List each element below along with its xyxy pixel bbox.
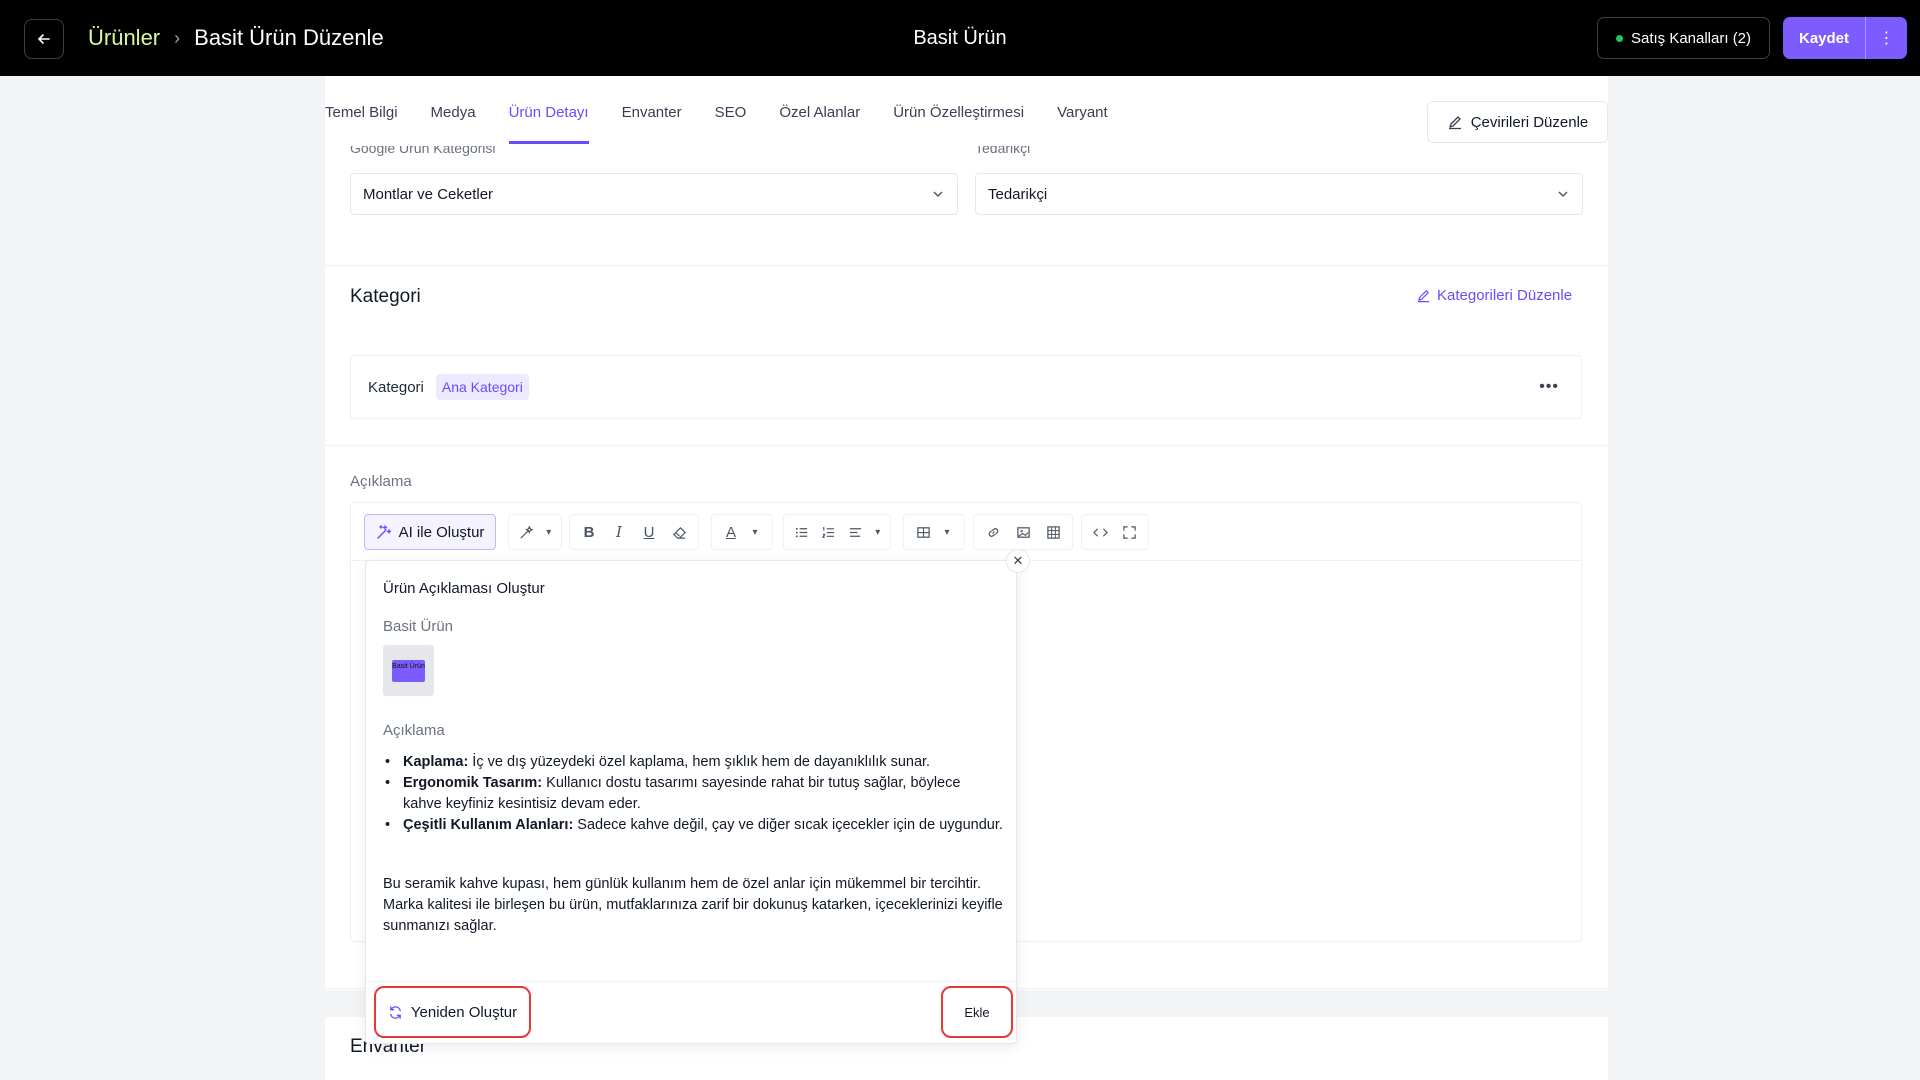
image-icon[interactable] bbox=[1010, 519, 1036, 545]
grid-icon[interactable] bbox=[1040, 519, 1066, 545]
breadcrumb: Ürünler › Basit Ürün Düzenle bbox=[88, 0, 384, 76]
bullet-list-icon[interactable] bbox=[790, 519, 813, 545]
refresh-icon bbox=[390, 1005, 401, 1019]
pencil-icon bbox=[1448, 116, 1461, 130]
tab-envanter[interactable]: Envanter bbox=[622, 104, 682, 144]
tab-urun-ozellestirmesi[interactable]: Ürün Özelleştirmesi bbox=[893, 104, 1024, 144]
magic-wand-icon[interactable] bbox=[515, 519, 538, 545]
insert-group bbox=[973, 514, 1073, 550]
description-paragraph: Bu seramik kahve kupası, hem günlük kull… bbox=[383, 876, 1003, 934]
list-item: Kaplama: İç ve dış yüzeydeki özel kaplam… bbox=[383, 752, 1003, 773]
generated-description[interactable]: Kaplama: İç ve dış yüzeydeki özel kaplam… bbox=[383, 746, 1003, 966]
close-icon[interactable]: ✕ bbox=[1006, 549, 1030, 573]
feature-list: Kaplama: İç ve dış yüzeydeki özel kaplam… bbox=[383, 746, 1003, 836]
tab-varyant[interactable]: Varyant bbox=[1057, 104, 1108, 144]
google-category-select[interactable]: Montlar ve Ceketler bbox=[350, 173, 958, 215]
google-category-value: Montlar ve Ceketler bbox=[363, 185, 494, 203]
category-row-label: Kategori bbox=[368, 378, 424, 396]
sales-channels-label: Satış Kanalları (2) bbox=[1630, 29, 1752, 47]
tab-ozel-alanlar[interactable]: Özel Alanlar bbox=[779, 104, 860, 144]
eraser-icon[interactable] bbox=[666, 519, 692, 545]
regenerate-button[interactable]: Yeniden Oluştur bbox=[374, 986, 531, 1038]
product-thumbnail: Basit Ürün bbox=[383, 645, 434, 696]
magic-tools-group: ▾ bbox=[508, 514, 562, 550]
top-bar: Ürünler › Basit Ürün Düzenle Basit Ürün … bbox=[0, 0, 1920, 76]
chevron-down-icon bbox=[933, 191, 943, 197]
chevron-down-icon[interactable]: ▾ bbox=[940, 519, 954, 545]
supplier-value: Tedarikçi bbox=[988, 185, 1048, 203]
description-label: Açıklama bbox=[350, 473, 412, 490]
category-row: Kategori Ana Kategori ••• bbox=[350, 355, 1582, 419]
popup-title: Ürün Açıklaması Oluştur bbox=[383, 580, 545, 597]
ai-generate-button[interactable]: AI ile Oluştur bbox=[364, 514, 496, 550]
link-icon[interactable] bbox=[980, 519, 1006, 545]
chevron-down-icon bbox=[1558, 191, 1568, 197]
divider bbox=[325, 445, 1608, 446]
popup-description-label: Açıklama bbox=[383, 722, 445, 739]
tab-urun-detayi[interactable]: Ürün Detayı bbox=[508, 104, 589, 144]
ai-generate-label: AI ile Oluştur bbox=[398, 523, 485, 541]
list-group: ▾ bbox=[783, 514, 891, 550]
divider bbox=[325, 265, 1608, 266]
code-icon[interactable] bbox=[1088, 519, 1113, 545]
product-thumbnail-text: Basit Ürün bbox=[392, 659, 425, 682]
underline-icon[interactable]: U bbox=[636, 519, 662, 545]
breadcrumb-root[interactable]: Ürünler bbox=[88, 25, 160, 51]
chevron-down-icon[interactable]: ▾ bbox=[748, 519, 762, 545]
view-group bbox=[1081, 514, 1149, 550]
tab-bar: Temel Bilgi Medya Ürün Detayı Envanter S… bbox=[325, 104, 1141, 144]
arrow-left-icon bbox=[38, 34, 50, 44]
format-group: B I U bbox=[569, 514, 699, 550]
popup-footer: Yeniden Oluştur Ekle bbox=[366, 981, 1016, 1045]
italic-icon[interactable]: I bbox=[606, 519, 632, 545]
align-left-icon[interactable] bbox=[844, 519, 867, 545]
sparkles-icon bbox=[376, 525, 391, 539]
fullscreen-icon[interactable] bbox=[1117, 519, 1142, 545]
add-button[interactable]: Ekle bbox=[941, 986, 1013, 1038]
text-color-group: A ▾ bbox=[711, 514, 773, 550]
google-category-label: Google Ürün Kategorisi bbox=[350, 146, 496, 156]
list-item: Çeşitli Kullanım Alanları: Sadece kahve … bbox=[383, 815, 1003, 836]
back-button[interactable] bbox=[24, 19, 64, 59]
edit-categories-label: Kategorileri Düzenle bbox=[1437, 287, 1573, 304]
tab-medya[interactable]: Medya bbox=[431, 104, 476, 144]
regenerate-label: Yeniden Oluştur bbox=[410, 1003, 518, 1021]
ai-description-popup: Ürün Açıklaması Oluştur Basit Ürün Basit… bbox=[365, 560, 1017, 1044]
edit-translations-button[interactable]: Çevirileri Düzenle bbox=[1427, 101, 1608, 143]
category-chip[interactable]: Ana Kategori bbox=[435, 374, 529, 400]
breadcrumb-current: Basit Ürün Düzenle bbox=[194, 25, 384, 50]
text-color-icon[interactable]: A bbox=[718, 519, 744, 545]
edit-translations-label: Çevirileri Düzenle bbox=[1470, 113, 1589, 131]
save-button-group: Kaydet ⋮ bbox=[1783, 17, 1907, 59]
supplier-select[interactable]: Tedarikçi bbox=[975, 173, 1583, 215]
supplier-label: Tedarikçi bbox=[975, 146, 1031, 156]
sales-channels-button[interactable]: Satış Kanalları (2) bbox=[1597, 17, 1770, 59]
bold-icon[interactable]: B bbox=[576, 519, 602, 545]
tab-seo[interactable]: SEO bbox=[715, 104, 747, 144]
category-section-title: Kategori bbox=[350, 286, 421, 307]
popup-product-name: Basit Ürün bbox=[383, 618, 454, 635]
status-dot-icon bbox=[1615, 34, 1623, 42]
more-vertical-icon[interactable]: ⋮ bbox=[1865, 17, 1907, 59]
more-horizontal-icon[interactable]: ••• bbox=[1539, 378, 1559, 396]
chevron-right-icon: › bbox=[174, 27, 181, 48]
edit-categories-link[interactable]: Kategorileri Düzenle bbox=[1416, 287, 1572, 304]
save-button[interactable]: Kaydet bbox=[1783, 17, 1865, 59]
tab-temel-bilgi[interactable]: Temel Bilgi bbox=[325, 104, 398, 144]
table-icon[interactable] bbox=[910, 519, 936, 545]
editor-toolbar: AI ile Oluştur ▾ B I U A ▾ ▾ ▾ bbox=[351, 503, 1581, 561]
pencil-icon bbox=[1417, 290, 1430, 303]
chevron-down-icon[interactable]: ▾ bbox=[872, 519, 884, 545]
list-item: Ergonomik Tasarım: Kullanıcı dostu tasar… bbox=[383, 773, 1003, 815]
chevron-down-icon[interactable]: ▾ bbox=[542, 519, 555, 545]
numbered-list-icon[interactable] bbox=[817, 519, 840, 545]
table-group: ▾ bbox=[903, 514, 965, 550]
